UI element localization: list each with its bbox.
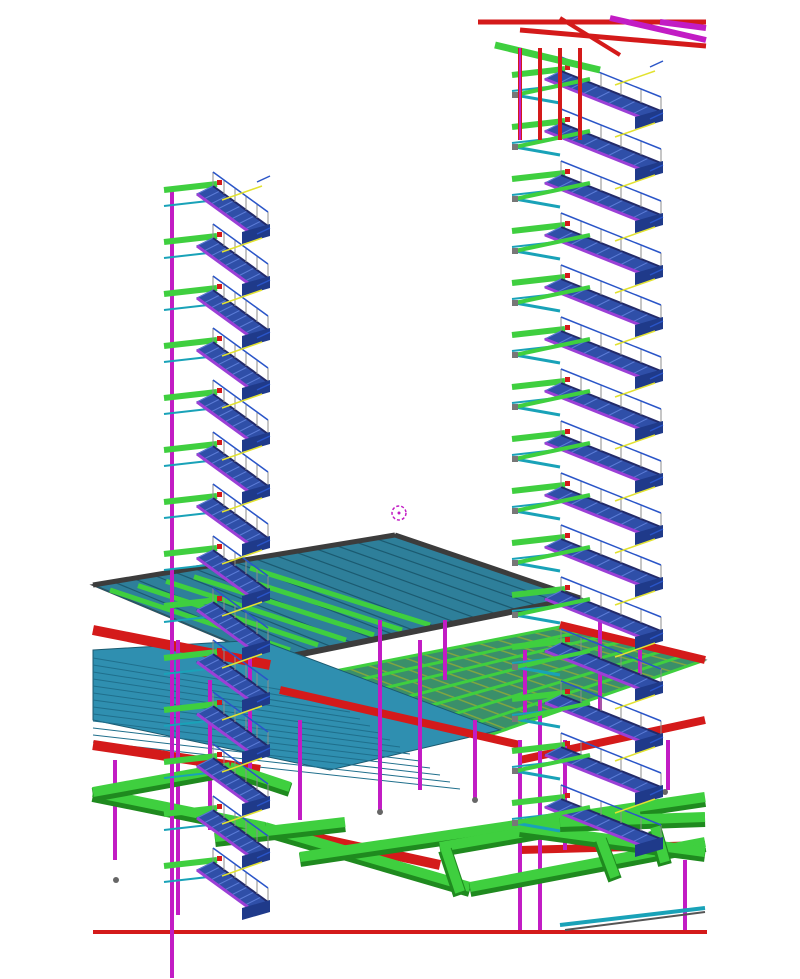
outrigger-beam — [514, 145, 561, 157]
beam-end-plate — [512, 352, 518, 358]
connection-node — [565, 741, 570, 746]
beam-end-plate — [512, 248, 518, 254]
snap-target-dot — [397, 511, 401, 515]
outrigger-beam — [514, 509, 561, 521]
beam-end-plate — [512, 300, 518, 306]
beam-end-plate — [512, 144, 518, 150]
column-base-plate — [377, 809, 383, 815]
beam-end-plate — [512, 92, 518, 98]
beam-end-plate — [512, 612, 518, 618]
beam-end-plate — [512, 560, 518, 566]
roof-green-beam — [494, 41, 601, 74]
beam-end-plate — [512, 716, 518, 722]
beam-end-plate — [512, 820, 518, 826]
rail-cap — [256, 175, 271, 183]
outrigger-beam — [514, 197, 561, 209]
connection-node — [217, 700, 222, 705]
connection-node — [565, 221, 570, 226]
guard-rail — [221, 185, 263, 201]
outrigger-beam — [514, 249, 561, 261]
beam-end-plate — [512, 768, 518, 774]
connection-node — [565, 637, 570, 642]
outrigger-beam — [514, 353, 561, 365]
connection-node — [217, 388, 222, 393]
connection-node — [217, 492, 222, 497]
connection-node — [565, 273, 570, 278]
connection-node — [565, 429, 570, 434]
outrigger-beam — [514, 613, 561, 625]
column-base-plate — [113, 877, 119, 883]
connection-node — [565, 325, 570, 330]
beam-end-plate — [512, 508, 518, 514]
outrigger-beam — [514, 301, 561, 313]
connection-node — [217, 440, 222, 445]
connection-node — [217, 180, 222, 185]
guard-rail — [614, 70, 656, 86]
connection-node — [565, 689, 570, 694]
connection-node — [217, 596, 222, 601]
connection-node — [565, 481, 570, 486]
outrigger-beam — [514, 457, 561, 469]
connection-node — [217, 284, 222, 289]
stair-tower-right[interactable] — [511, 56, 664, 857]
connection-node — [565, 117, 570, 122]
rail-cap — [649, 60, 664, 68]
snap-target-icon — [391, 505, 407, 521]
beam-end-plate — [512, 456, 518, 462]
outrigger-beam — [514, 405, 561, 417]
connection-node — [565, 585, 570, 590]
connection-node — [217, 752, 222, 757]
connection-node — [217, 232, 222, 237]
connection-node — [217, 336, 222, 341]
connection-node — [565, 377, 570, 382]
beam-end-plate — [512, 196, 518, 202]
beam-end-plate — [512, 404, 518, 410]
connection-node — [217, 804, 222, 809]
connection-node — [565, 533, 570, 538]
connection-node — [217, 648, 222, 653]
connection-node — [565, 793, 570, 798]
connection-node — [565, 169, 570, 174]
connection-node — [217, 856, 222, 861]
outrigger-beam — [514, 561, 561, 573]
model-viewport[interactable] — [0, 0, 800, 979]
structural-model-canvas[interactable] — [0, 0, 800, 979]
connection-node — [217, 544, 222, 549]
column-base-plate — [472, 797, 478, 803]
beam-end-plate — [512, 664, 518, 670]
